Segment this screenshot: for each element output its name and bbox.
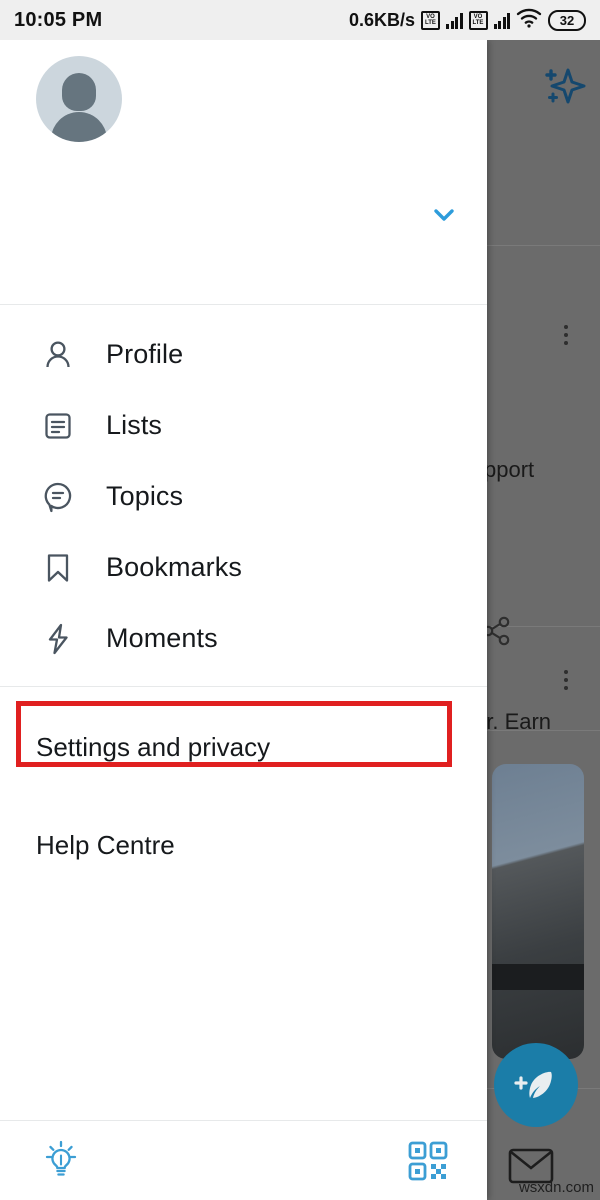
drawer-secondary-list: Settings and privacy Help Centre (0, 687, 487, 877)
sidebar-item-settings-and-privacy[interactable]: Settings and privacy (0, 701, 487, 779)
building-photo-thumbnail[interactable] (492, 764, 584, 1059)
list-icon (36, 404, 80, 448)
sidebar-item-topics[interactable]: Topics (0, 461, 487, 532)
sidebar-item-label: Profile (106, 339, 184, 369)
drawer-account-header (0, 40, 487, 305)
wifi-icon (516, 8, 542, 33)
phone-screen: pport er. Earn Profile Lists Topics Book… (0, 0, 600, 1200)
navigation-drawer: Profile Lists Topics Bookmarks Moments S… (0, 40, 487, 1200)
drawer-nav-list: Profile Lists Topics Bookmarks Moments (0, 305, 487, 687)
sparkle-icon[interactable] (538, 62, 586, 115)
more-vertical-icon[interactable] (564, 325, 568, 345)
status-indicators: 0.6KB/s VO LTE VO LTE 32 (349, 8, 586, 33)
qr-code-icon[interactable] (399, 1132, 457, 1190)
person-icon (36, 333, 80, 377)
backdrop-text-support: pport (484, 457, 535, 482)
speech-bubble-icon (36, 475, 80, 519)
avatar[interactable] (36, 56, 122, 142)
volte-badge-bottom: LTE (425, 20, 436, 26)
sidebar-item-label: Settings and privacy (36, 731, 271, 762)
watermark: wsxdn.com (518, 1179, 594, 1196)
sidebar-item-lists[interactable]: Lists (0, 390, 487, 461)
sidebar-item-label: Help Centre (36, 829, 175, 860)
status-time: 10:05 PM (14, 8, 103, 31)
sidebar-item-moments[interactable]: Moments (0, 603, 487, 674)
signal-bars-icon (493, 12, 510, 29)
bookmark-icon (36, 546, 80, 590)
volte-icon: VO LTE (468, 10, 488, 30)
sidebar-item-profile[interactable]: Profile (0, 319, 487, 390)
avatar-head-shape (62, 73, 96, 111)
volte-badge-bottom: LTE (472, 20, 484, 26)
chevron-down-icon[interactable] (424, 198, 464, 232)
sidebar-item-bookmarks[interactable]: Bookmarks (0, 532, 487, 603)
sidebar-item-label: Lists (106, 410, 163, 440)
lightning-bolt-icon (36, 617, 80, 661)
more-vertical-icon[interactable] (564, 670, 568, 690)
signal-bars-icon (446, 12, 463, 29)
sidebar-item-label: Bookmarks (106, 552, 242, 582)
lightbulb-icon[interactable] (32, 1132, 90, 1190)
sidebar-item-label: Moments (106, 623, 218, 653)
compose-feather-icon[interactable] (494, 1043, 578, 1127)
sidebar-item-label: Topics (106, 481, 184, 511)
sidebar-item-help-centre[interactable]: Help Centre (0, 813, 487, 877)
avatar-body-shape (51, 112, 107, 142)
status-bar: 10:05 PM 0.6KB/s VO LTE VO LTE 32 (0, 0, 600, 40)
volte-icon: VO LTE (421, 10, 440, 30)
battery-indicator: 32 (548, 9, 586, 31)
drawer-footer (0, 1120, 487, 1200)
network-speed-text: 0.6KB/s (348, 9, 415, 30)
